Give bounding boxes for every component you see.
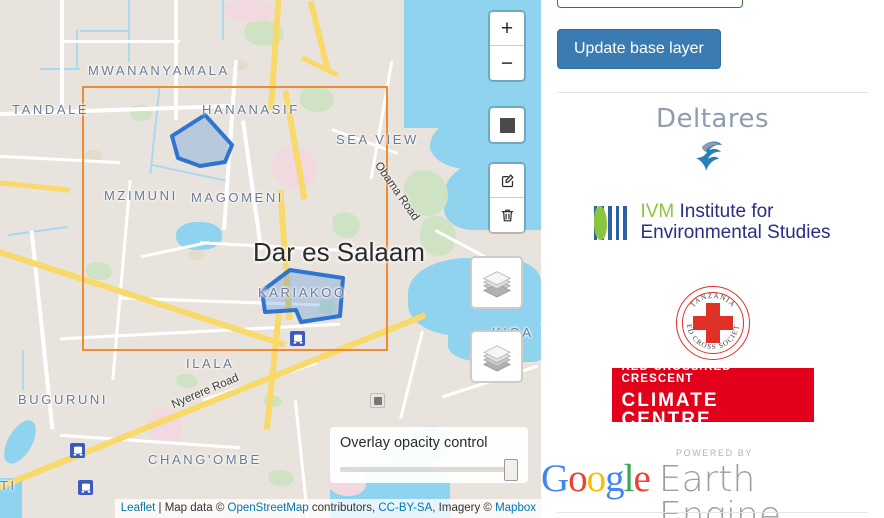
map-marker-icon <box>370 393 385 408</box>
gee-powered-by-label: POWERED BY <box>675 448 753 458</box>
climate-centre-box: RED CROSS/RED CRESCENT CLIMATE CENTRE <box>611 361 814 429</box>
attribution-osm-link[interactable]: OpenStreetMap <box>228 502 309 514</box>
panel-divider-bottom <box>557 512 868 513</box>
attribution-license-link[interactable]: CC-BY-SA <box>378 502 432 514</box>
layers-stack-icon <box>482 270 511 298</box>
panel-divider <box>557 92 868 93</box>
climate-centre-line2: CLIMATE CENTRE <box>621 390 719 430</box>
logo-climate-centre: RED CROSS/RED CRESCENT CLIMATE CENTRE <box>541 361 884 429</box>
transit-marker-icon <box>290 331 305 346</box>
zoom-out-button[interactable]: − <box>490 46 524 80</box>
google-wordmark: Google <box>541 457 651 500</box>
ivm-acronym: IVM <box>640 201 675 222</box>
zoom-control[interactable]: + − <box>488 10 526 82</box>
ivm-wordmark: IVM Institute for Environmental Studies <box>640 201 831 243</box>
red-cross-emblem-icon: TANZANIA RED CROSS SOCIETY <box>675 286 750 360</box>
overlay-opacity-label: Overlay opacity control <box>340 435 488 451</box>
edit-shapes-button[interactable] <box>490 164 524 198</box>
logo-deltares: Deltares <box>541 106 884 174</box>
deltares-swoosh-icon <box>695 141 722 171</box>
red-cross-arc-text: TANZANIA RED CROSS SOCIETY <box>676 286 740 351</box>
layers-stack-icon <box>482 344 511 372</box>
climate-centre-line1: RED CROSS/RED CRESCENT <box>621 361 732 385</box>
map-pane[interactable]: MWANANYAMALA TANDALE HANANASIF SEA VIEW … <box>0 0 541 518</box>
layers-control-primary[interactable] <box>470 256 523 309</box>
svg-text:TANZANIA: TANZANIA <box>688 292 736 309</box>
layers-control-secondary[interactable] <box>470 330 523 383</box>
earth-engine-wordmark: Earth Engine <box>658 459 781 518</box>
attribution-mapdata: Map data © <box>164 502 228 514</box>
square-icon <box>499 117 515 133</box>
deltares-wordmark: Deltares <box>655 104 770 134</box>
edit-delete-control[interactable] <box>488 162 526 234</box>
draw-rectangle-button[interactable] <box>490 108 524 142</box>
logo-tanzania-red-cross: TANZANIA RED CROSS SOCIETY <box>541 286 884 360</box>
place-label: ILALA <box>186 356 235 371</box>
place-label: MWANANYAMALA <box>88 63 230 78</box>
place-label: BUGURUNI <box>18 392 109 407</box>
attribution-imagery: , Imagery © <box>432 502 496 514</box>
map-attribution: Leaflet | Map data © OpenStreetMap contr… <box>114 499 541 518</box>
ivm-line2: Environmental Studies <box>640 221 831 243</box>
draw-rectangle-control[interactable] <box>488 106 526 144</box>
drawn-polygon-hananasif[interactable] <box>170 113 234 168</box>
side-panel: Update base layer Deltares IVM Institute… <box>541 0 884 518</box>
place-label: SEA VIEW <box>336 132 419 147</box>
attribution-mapbox-link[interactable]: Mapbox <box>495 502 536 514</box>
transit-marker-icon <box>70 443 85 458</box>
place-label: MZIMUNI <box>104 188 178 203</box>
trash-icon <box>501 209 513 221</box>
zoom-in-button[interactable]: + <box>490 12 524 46</box>
place-label: MAGOMENI <box>191 190 285 205</box>
place-label: TANDALE <box>12 102 90 117</box>
place-label: KARIAKOO <box>258 285 347 300</box>
edit-pencil-icon <box>501 174 514 188</box>
gee-wordmark: Google Earth Engine <box>541 459 884 518</box>
transit-marker-icon <box>78 480 93 495</box>
opacity-slider[interactable] <box>340 459 518 481</box>
place-label: CHANG'OMBE <box>148 452 262 467</box>
overlay-opacity-control[interactable]: Overlay opacity control <box>330 427 528 483</box>
application-root: MWANANYAMALA TANDALE HANANASIF SEA VIEW … <box>0 0 884 518</box>
place-label-city: Dar es Salaam <box>253 237 425 267</box>
base-layer-input[interactable] <box>557 0 743 8</box>
ivm-line1: Institute for <box>679 201 774 222</box>
opacity-slider-track[interactable] <box>340 467 518 472</box>
logo-google-earth-engine: POWERED BY Google Earth Engine <box>541 448 884 518</box>
logo-ivm: IVM Institute for Environmental Studies <box>541 201 884 243</box>
ivm-bars-icon <box>594 205 631 240</box>
attribution-contributors: contributors, <box>308 502 379 514</box>
attribution-sep: | <box>155 502 165 514</box>
place-label: TI <box>0 478 17 493</box>
delete-shapes-button[interactable] <box>490 198 524 232</box>
attribution-leaflet-link[interactable]: Leaflet <box>121 502 156 514</box>
place-label: HANANASIF <box>202 102 300 117</box>
opacity-slider-handle[interactable] <box>504 459 518 481</box>
update-base-layer-button[interactable]: Update base layer <box>557 29 721 69</box>
